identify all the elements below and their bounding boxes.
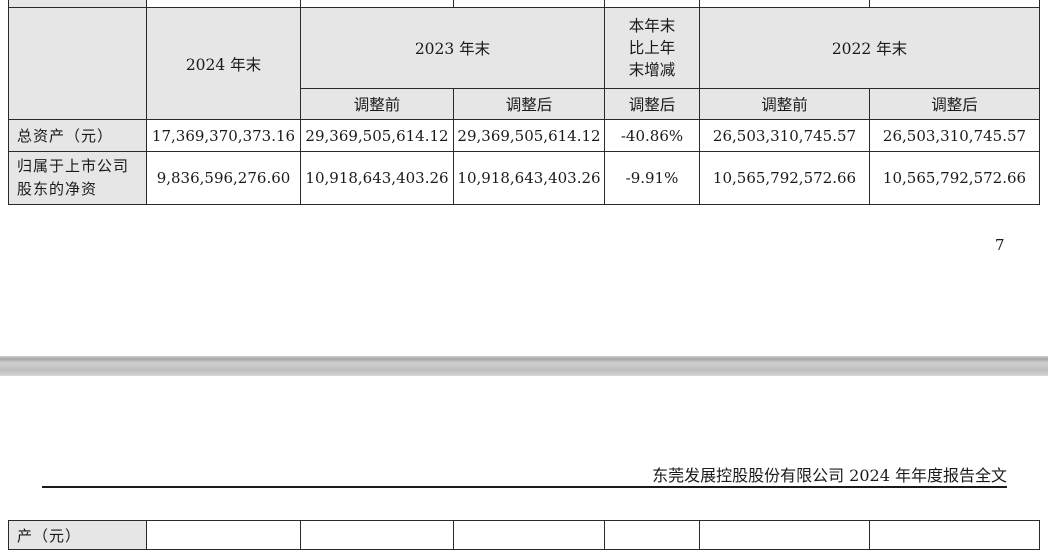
value-2022-before: 26,503,310,745.57 [699, 119, 870, 152]
value-2024: 9,836,596,276.60 [146, 151, 301, 205]
value-2023-before: 10,918,643,403.26 [300, 151, 454, 205]
table-row: 产（元） [8, 520, 1040, 550]
col-2022-after: 调整后 [869, 88, 1040, 120]
value-2023-after: 10,918,643,403.26 [453, 151, 605, 205]
col-2023-before: 调整前 [300, 88, 454, 120]
header-label-cell [8, 7, 147, 120]
col-2023-after: 调整后 [453, 88, 605, 120]
prev-row-stub [8, 0, 1040, 8]
header-row-1: 2024 年末 2023 年末 本年末比上年末增减 2022 年末 [8, 7, 1040, 120]
page-number: 7 [995, 236, 1005, 254]
value-2022-after: 10,565,792,572.66 [869, 151, 1040, 205]
financial-table: 2024 年末 2023 年末 本年末比上年末增减 2022 年末 调整前 调整… [8, 0, 1040, 205]
value-2022-after: 26,503,310,745.57 [869, 119, 1040, 152]
value-2022-before: 10,565,792,572.66 [699, 151, 870, 205]
table-row: 总资产（元） 17,369,370,373.16 29,369,505,614.… [8, 119, 1040, 152]
continued-table: 产（元） [8, 520, 1040, 550]
col-2023: 2023 年末 [300, 7, 605, 89]
header-rule [42, 486, 1007, 488]
value-2023-before: 29,369,505,614.12 [300, 119, 454, 152]
value-2023-after: 29,369,505,614.12 [453, 119, 605, 152]
col-2024: 2024 年末 [146, 7, 301, 120]
value-change: -9.91% [604, 151, 700, 205]
col-2022: 2022 年末 [699, 7, 1040, 89]
row-label: 产（元） [8, 520, 147, 550]
page-separator [0, 356, 1048, 376]
col-2022-before: 调整前 [699, 88, 870, 120]
value-2024: 17,369,370,373.16 [146, 119, 301, 152]
value-change: -40.86% [604, 119, 700, 152]
col-change-after: 调整后 [604, 88, 700, 120]
table-row: 归属于上市公司股东的净资 9,836,596,276.60 10,918,643… [8, 151, 1040, 205]
row-label: 总资产（元） [8, 119, 147, 152]
col-change: 本年末比上年末增减 [604, 7, 700, 89]
running-header: 东莞发展控股股份有限公司 2024 年年度报告全文 [652, 466, 1007, 485]
row-label: 归属于上市公司股东的净资 [8, 151, 147, 205]
